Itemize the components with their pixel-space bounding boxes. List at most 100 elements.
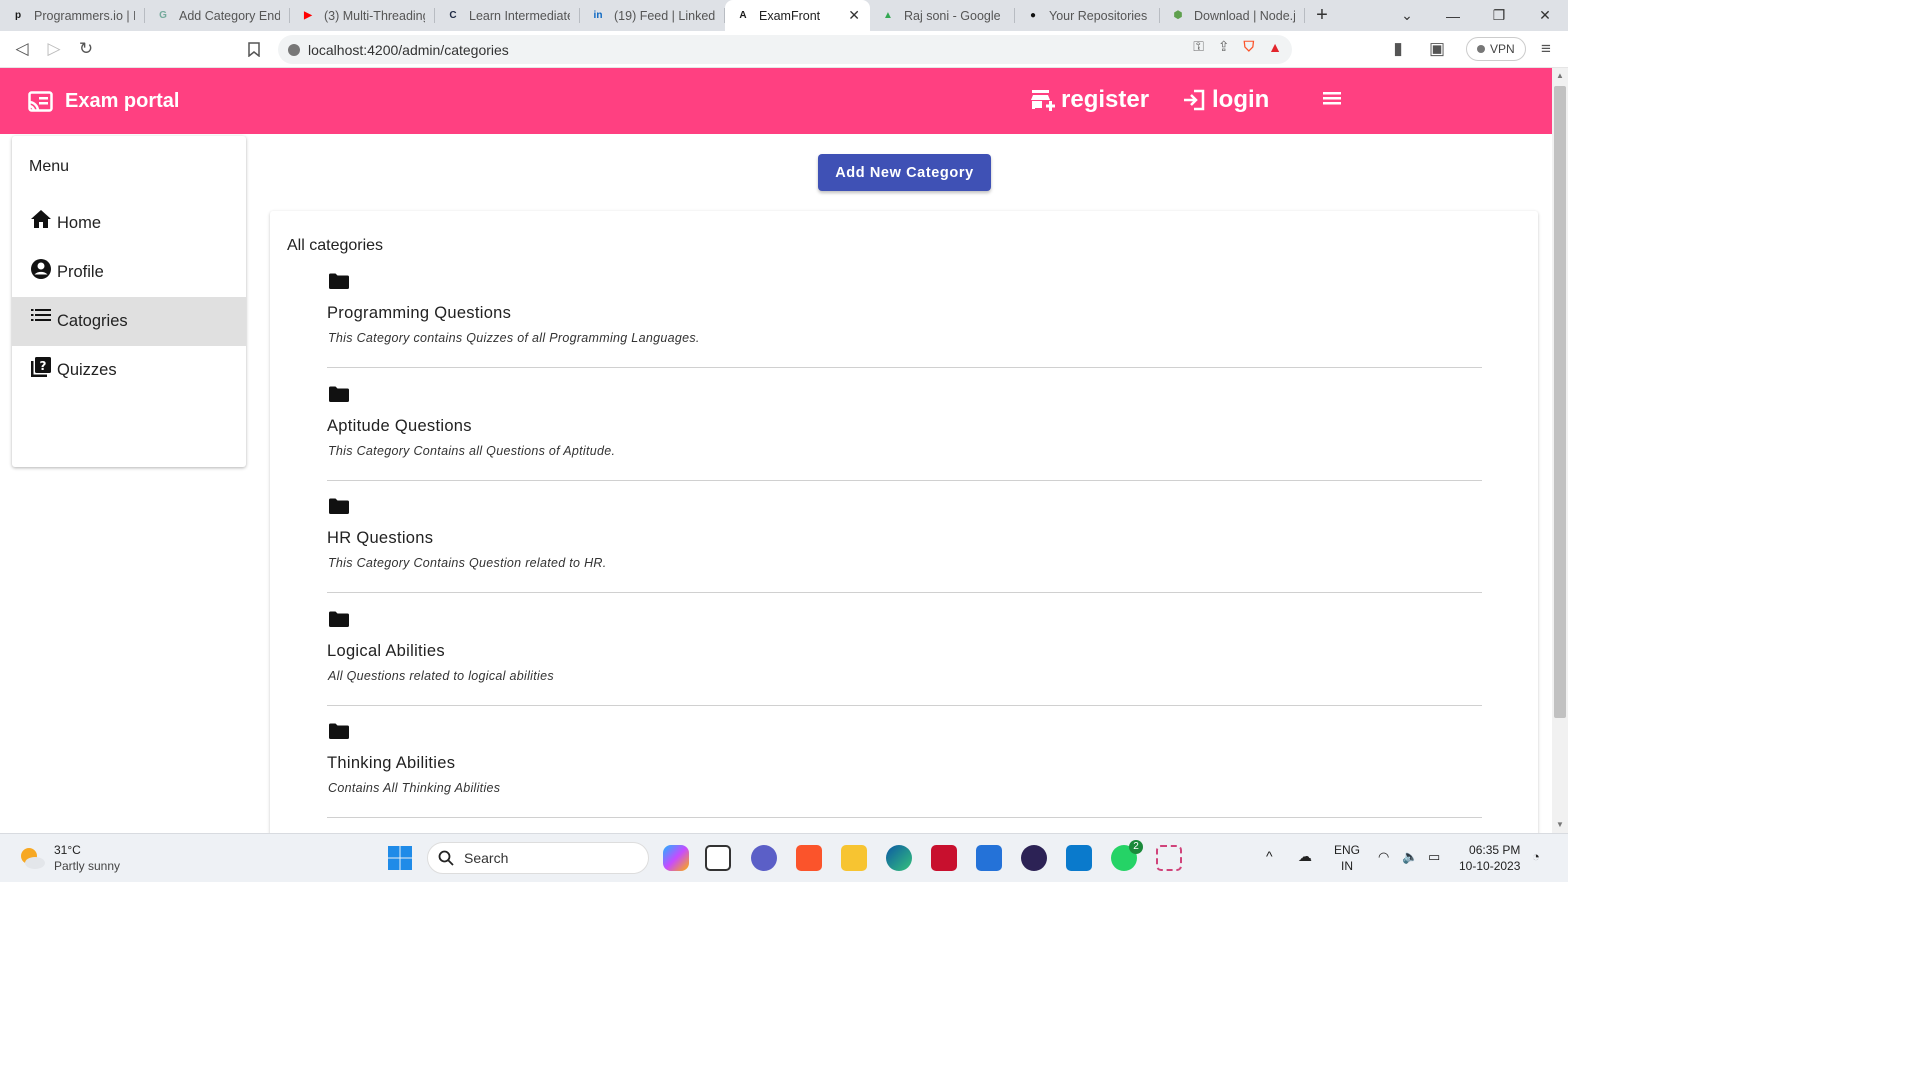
quiz-icon: ? [29,356,53,380]
back-icon[interactable]: ◁ [6,33,38,65]
browser-toolbar: ◁ ▷ ↻ localhost:4200/admin/categories ⚿ … [0,31,1568,68]
sidebar-item-quizzes[interactable]: ? Quizzes [12,346,246,395]
sidebar-item-home[interactable]: Home [12,199,246,248]
sidebar-heading: Menu [29,158,70,175]
category-item[interactable]: HR Questions This Category Contains Quest… [327,480,1482,593]
brave-shield-icon[interactable]: ⛉ [1244,38,1255,55]
store-icon[interactable] [976,845,1002,871]
page-scrollbar[interactable]: ▲ ▼ [1552,68,1568,833]
minimize-icon[interactable]: — [1430,8,1476,24]
windows-start-icon[interactable] [387,845,413,871]
restore-icon[interactable]: ❐ [1476,7,1522,24]
page: Exam portal register login Menu Home Pro… [0,68,1552,833]
category-item[interactable]: Aptitude Questions This Category Contains… [327,368,1482,481]
browser-tab[interactable]: ▲ Raj soni - Google D [870,0,1015,31]
category-item[interactable]: Thinking Abilities Contains All Thinking … [327,705,1482,818]
category-item[interactable]: Logical Abilities All Questions related t… [327,593,1482,706]
browser-menu-icon[interactable]: ≡ [1530,33,1562,65]
login-icon [1184,89,1205,111]
tab-favicon-icon: in [593,10,603,21]
add-category-button[interactable]: Add New Category [818,154,991,191]
svg-text:?: ? [40,359,47,373]
scroll-up-icon[interactable]: ▲ [1556,71,1564,80]
brand[interactable]: Exam portal [28,90,179,113]
scrollbar-thumb[interactable] [1554,86,1566,718]
category-title: Programming Questions [327,304,512,322]
login-label: login [1212,86,1270,113]
tab-close-icon[interactable]: ✕ [842,7,860,24]
browser-tab[interactable]: p Programmers.io | H [0,0,145,31]
reload-icon[interactable]: ↻ [70,33,102,65]
bookmark-icon[interactable] [238,33,270,65]
snipping-tool-icon[interactable] [1156,845,1182,871]
eclipse-icon[interactable] [1021,845,1047,871]
search-icon [438,850,454,866]
browser-tab[interactable]: A ExamFront ✕ [725,0,870,31]
close-icon[interactable]: ✕ [1522,7,1568,24]
brave-rewards-icon[interactable]: ▲ [1268,39,1282,55]
category-description: This Category contains Quizzes of all Pr… [328,331,700,345]
file-explorer-icon[interactable] [841,845,867,871]
scroll-down-icon[interactable]: ▼ [1556,820,1564,829]
tab-title: ExamFront [759,8,821,23]
onedrive-icon[interactable]: ☁ [1298,848,1312,864]
folder-icon [329,723,349,739]
vscode-icon[interactable] [1066,845,1092,871]
sidebar-item-profile[interactable]: Profile [12,248,246,297]
tray-overflow-icon[interactable]: ^ [1266,848,1273,864]
weather-temp: 31°C [54,843,81,857]
recorder-icon[interactable] [931,845,957,871]
store-add-icon [1031,90,1055,111]
browser-tab[interactable]: C Learn Intermediate [435,0,580,31]
address-bar[interactable]: localhost:4200/admin/categories ⚿ ⇪ ⛉ ▲ [278,35,1292,64]
sidebar-item-label: Profile [57,263,104,281]
teams-chat-icon[interactable] [751,845,777,871]
new-tab-button[interactable]: + [1305,0,1339,31]
language-indicator[interactable]: ENG IN [1334,842,1360,874]
register-link[interactable]: register [1030,86,1149,114]
brave-browser-icon[interactable] [796,845,822,871]
tab-title: Add Category Endp [179,8,280,23]
clock[interactable]: 06:35 PM 10-10-2023 [1459,842,1520,874]
copilot-icon[interactable] [663,845,689,871]
browser-tab[interactable]: ▶ (3) Multi-Threading [290,0,435,31]
search-placeholder: Search [464,850,509,866]
sidebar-toggle-icon[interactable]: ▮ [1382,33,1414,65]
app-toolbar: Exam portal register login [0,68,1552,134]
weather-widget[interactable]: 31°C Partly sunny [18,842,120,874]
folder-icon [329,273,349,289]
browser-tab[interactable]: in (19) Feed | LinkedIn [580,0,725,31]
cast-icon [28,90,53,112]
wallet-icon[interactable]: ▣ [1421,33,1453,65]
url-text[interactable]: localhost:4200/admin/categories [308,42,509,58]
taskbar-search[interactable]: Search [427,842,649,874]
weather-desc: Partly sunny [54,859,121,873]
sidebar-item-categories[interactable]: Catogries [12,297,246,346]
site-info-icon[interactable] [288,43,300,56]
tab-search-icon[interactable]: ⌄ [1384,7,1430,24]
category-title: HR Questions [327,529,434,547]
battery-icon[interactable]: ▭ [1428,849,1440,865]
category-description: Contains All Thinking Abilities [328,781,501,795]
share-icon[interactable]: ⇪ [1218,38,1230,55]
forward-icon[interactable]: ▷ [38,33,70,65]
tab-favicon-icon: ⬢ [1173,10,1183,21]
key-icon[interactable]: ⚿ [1193,38,1204,55]
edge-browser-icon[interactable] [886,845,912,871]
notifications-icon[interactable]: ◔ [1532,849,1540,865]
tab-favicon-icon: G [159,10,167,21]
browser-tab[interactable]: G Add Category Endp [145,0,290,31]
category-item[interactable]: Programming Questions This Category conta… [327,255,1482,368]
login-link[interactable]: login [1182,86,1269,114]
vpn-button[interactable]: VPN [1466,37,1526,61]
tab-favicon-icon: A [739,10,747,21]
sidebar-item-label: Home [57,214,102,232]
list-icon [29,307,53,331]
browser-tab[interactable]: ● Your Repositories [1015,0,1160,31]
menu-toggle-button[interactable] [1320,88,1344,113]
whatsapp-icon[interactable]: 2 [1111,840,1143,871]
browser-tab[interactable]: ⬢ Download | Node.js [1160,0,1305,31]
wifi-icon[interactable]: ◠ [1378,849,1389,865]
volume-icon[interactable]: 🔈 [1402,849,1418,865]
task-view-icon[interactable] [705,845,731,871]
